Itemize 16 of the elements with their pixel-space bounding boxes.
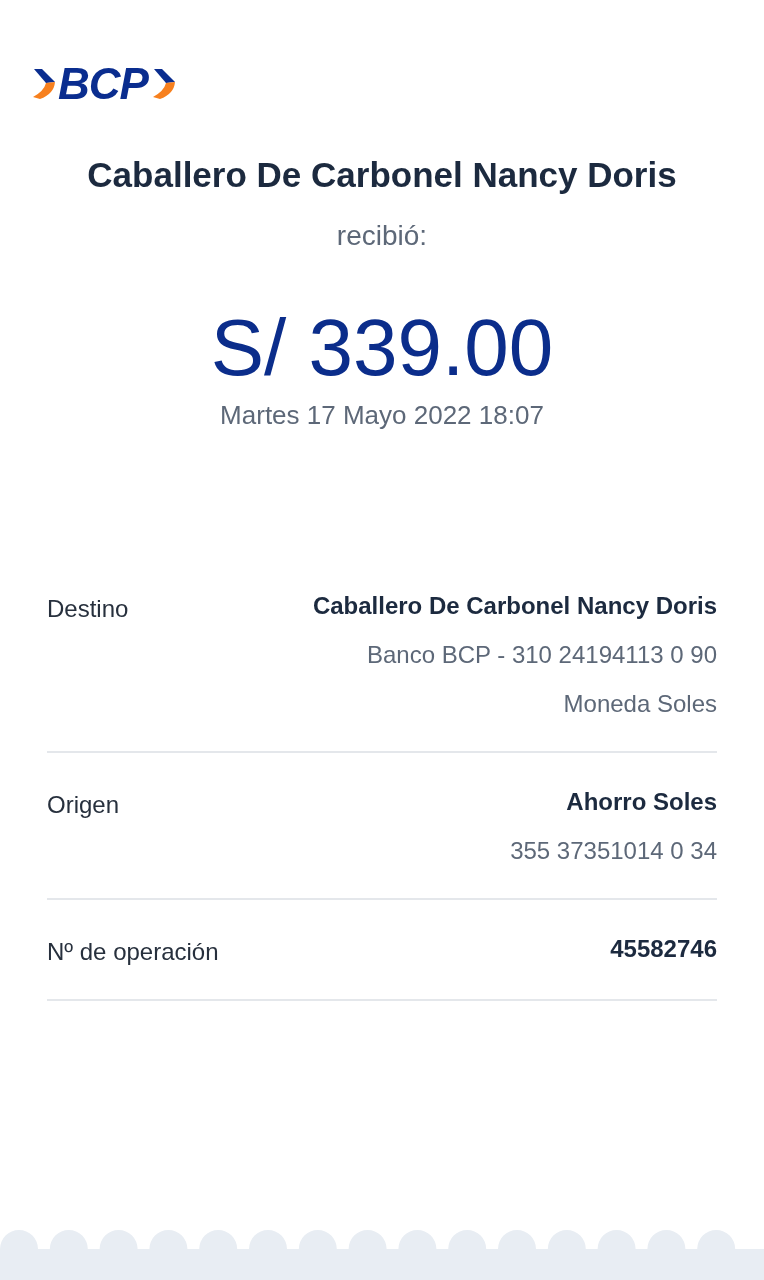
- detail-value: Caballero De Carbonel Nancy Doris: [312, 591, 717, 621]
- chevron-icon: [152, 69, 175, 99]
- recipient-name: Caballero De Carbonel Nancy Doris: [87, 154, 677, 196]
- detail-info: Banco BCP - 310 24194113 0 90: [366, 640, 717, 670]
- transaction-date: Martes 17 Mayo 2022 18:07: [220, 399, 544, 431]
- detail-label: Nº de operación: [47, 937, 219, 967]
- detail-value: 45582746: [610, 934, 717, 964]
- detail-label: Destino: [47, 594, 129, 624]
- detail-label: Origen: [47, 790, 120, 820]
- detail-info: 355 37351014 0 34: [510, 836, 717, 866]
- received-caption: recibió:: [336, 219, 428, 253]
- logo-text: BCP: [57, 64, 150, 104]
- detail-value: Ahorro Soles: [566, 787, 717, 817]
- detail-info: Moneda Soles: [563, 689, 717, 719]
- amount: S/ 339.00: [210, 308, 554, 388]
- chevron-icon: [33, 69, 55, 99]
